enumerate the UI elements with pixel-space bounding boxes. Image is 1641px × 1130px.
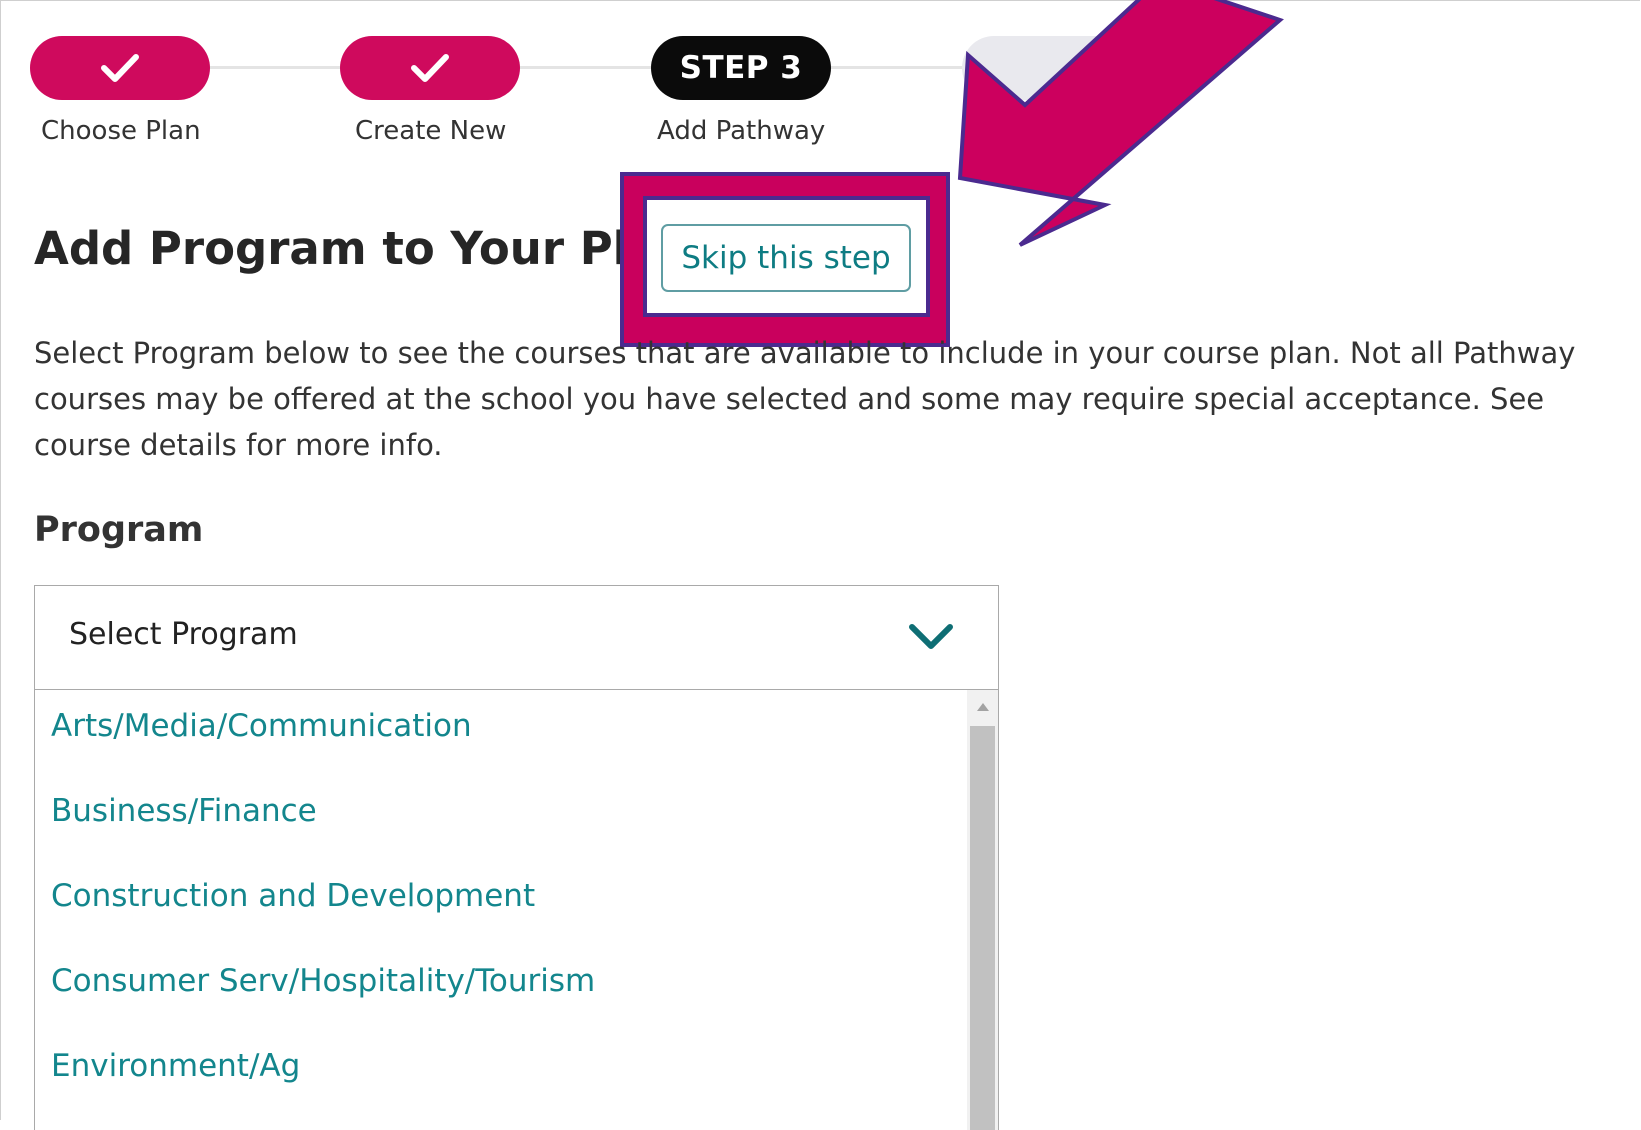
program-option[interactable]: Construction and Development [51,878,535,914]
options-scrollbar[interactable] [967,690,998,1130]
skip-this-step-button[interactable]: Skip this step [661,224,911,292]
step-1-complete-pill[interactable] [30,36,210,100]
program-select[interactable]: Select Program [34,585,999,690]
step-3-label: Add Pathway [657,116,826,146]
check-icon [101,54,139,82]
program-select-value: Select Program [69,617,298,652]
page-title: Add Program to Your Plan [34,222,691,275]
scroll-up-arrow-icon[interactable] [967,690,998,724]
program-field-label: Program [34,510,204,550]
program-option[interactable]: Arts/Media/Communication [51,708,472,744]
chevron-down-icon [909,624,953,649]
check-icon [411,54,449,82]
scrollbar-thumb[interactable] [970,726,995,1130]
program-option[interactable]: Consumer Serv/Hospitality/Tourism [51,963,595,999]
step-3-current-pill: STEP 3 [651,36,831,100]
instructions-text: Select Program below to see the courses … [34,336,1576,462]
program-option[interactable]: Environment/Ag [51,1048,300,1084]
step-3-badge: STEP 3 [679,50,803,86]
program-option[interactable]: Business/Finance [51,793,317,829]
stepper-track [115,66,1075,69]
step-1-label: Choose Plan [41,116,201,146]
program-options-list: Arts/Media/Communication Business/Financ… [34,690,999,1130]
step-2-label: Create New [355,116,507,146]
step-2-complete-pill[interactable] [340,36,520,100]
step-4-upcoming-pill[interactable] [962,36,1142,100]
